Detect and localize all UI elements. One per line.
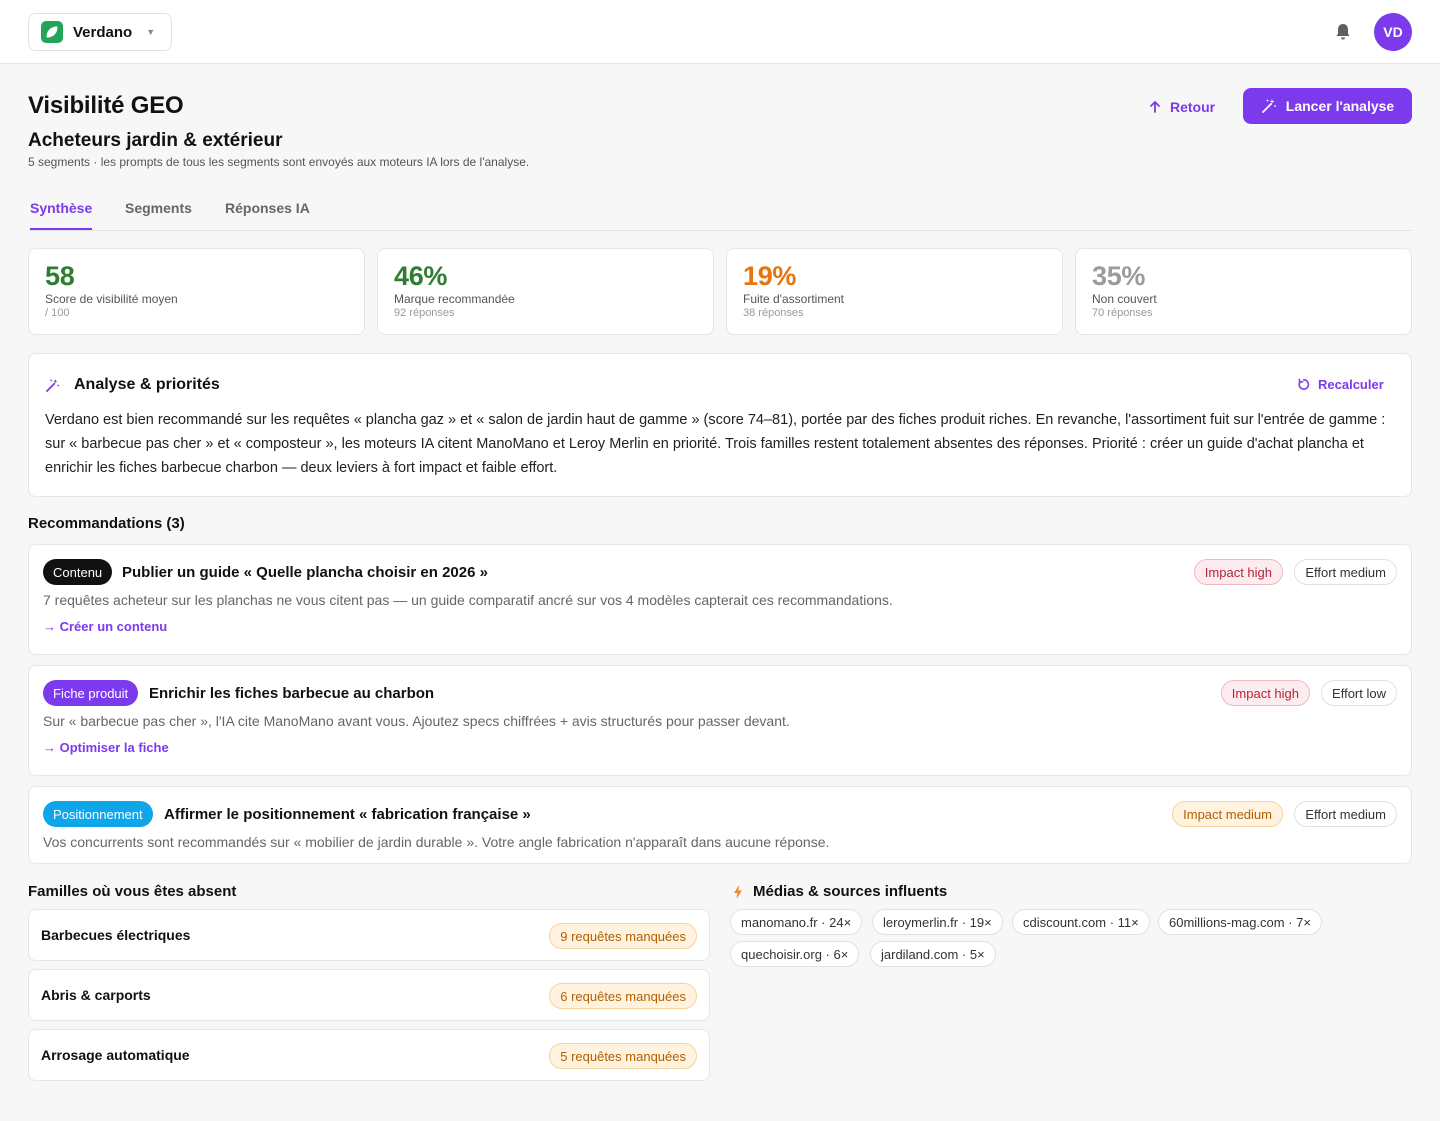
- kpi-label: Score de visibilité moyen: [45, 292, 178, 306]
- kpi-card-brand-recommended: 46% Marque recommandée 92 réponses: [377, 248, 714, 335]
- family-row[interactable]: Barbecues électriques 9 requêtes manquée…: [28, 909, 710, 961]
- tab-synthese[interactable]: Synthèse: [30, 200, 93, 230]
- impact-badge: Impact medium: [1172, 801, 1283, 827]
- magic-wand-icon: [1261, 99, 1276, 113]
- launch-analysis-label: Lancer l'analyse: [1285, 98, 1395, 114]
- media-sources-header: Médias & sources influents: [733, 883, 947, 900]
- kpi-value: 46%: [394, 261, 448, 291]
- optimize-product-page-link[interactable]: → Optimiser la fiche: [43, 740, 169, 755]
- family-name: Arrosage automatique: [41, 1047, 190, 1063]
- recommendation-tag: Positionnement: [43, 801, 153, 827]
- recommendation-tag: Fiche produit: [43, 680, 139, 706]
- absent-families-title: Familles où vous êtes absent: [28, 883, 237, 900]
- effort-badge: Effort medium: [1294, 801, 1397, 827]
- recalculate-label: Recalculer: [1318, 377, 1384, 392]
- recalculate-button[interactable]: Recalculer: [1297, 377, 1384, 392]
- kpi-label: Marque recommandée: [394, 292, 515, 306]
- tab-segments[interactable]: Segments: [125, 200, 192, 230]
- launch-analysis-button[interactable]: Lancer l'analyse: [1243, 88, 1412, 124]
- kpi-label: Fuite d'assortiment: [743, 292, 844, 306]
- family-row[interactable]: Abris & carports 6 requêtes manquées: [28, 969, 710, 1021]
- family-name: Abris & carports: [41, 987, 151, 1003]
- recommendations-title: Recommandations (3): [28, 515, 185, 532]
- effort-badge: Effort low: [1321, 680, 1397, 706]
- missed-queries-badge: 9 requêtes manquées: [549, 923, 697, 949]
- missed-queries-badge: 5 requêtes manquées: [549, 1043, 697, 1069]
- recommendation-card: Contenu Publier un guide « Quelle planch…: [28, 544, 1412, 655]
- kpi-card-score: 58 Score de visibilité moyen / 100: [28, 248, 365, 335]
- recommendation-description: Vos concurrents sont recommandés sur « m…: [43, 834, 830, 850]
- media-sources-title: Médias & sources influents: [753, 883, 948, 900]
- kpi-sub: / 100: [45, 307, 70, 319]
- bell-icon[interactable]: [1332, 21, 1354, 43]
- source-chip: manomano.fr · 24×: [730, 909, 863, 935]
- magic-wand-icon: [45, 378, 60, 398]
- tabs: Synthèse Segments Réponses IA: [28, 190, 1412, 231]
- workspace-name: Verdano: [73, 23, 133, 41]
- arrow-up-icon: [1150, 101, 1160, 113]
- source-chip: leroymerlin.fr · 19×: [872, 909, 1003, 935]
- effort-badge: Effort medium: [1294, 559, 1397, 585]
- source-chip: cdiscount.com · 11×: [1012, 909, 1150, 935]
- back-button-label: Retour: [1170, 99, 1216, 115]
- tab-reponses-ia[interactable]: Réponses IA: [225, 200, 310, 230]
- avatar[interactable]: VD: [1374, 13, 1412, 51]
- back-button[interactable]: Retour: [1148, 93, 1215, 121]
- impact-badge: Impact high: [1220, 680, 1310, 706]
- kpi-value: 19%: [743, 261, 797, 291]
- family-row[interactable]: Arrosage automatique 5 requêtes manquées: [28, 1029, 710, 1081]
- recommendation-description: 7 requêtes acheteur sur les planchas ne …: [43, 592, 893, 608]
- top-bar: Verdano ▼ VD: [0, 0, 1440, 64]
- kpi-value: 58: [45, 261, 75, 291]
- source-chip: quechoisir.org · 6×: [730, 941, 860, 967]
- recommendation-description: Sur « barbecue pas cher », l'IA cite Man…: [43, 713, 790, 729]
- kpi-sub: 92 réponses: [394, 307, 455, 319]
- kpi-sub: 70 réponses: [1092, 307, 1153, 319]
- create-content-link[interactable]: → Créer un contenu: [43, 619, 167, 634]
- family-name: Barbecues électriques: [41, 927, 191, 943]
- impact-badge: Impact high: [1193, 559, 1283, 585]
- recommendation-title: Publier un guide « Quelle plancha choisi…: [122, 564, 488, 581]
- recommendation-title: Enrichir les fiches barbecue au charbon: [149, 685, 435, 702]
- chevron-down-icon: ▼: [146, 27, 156, 37]
- lightning-icon: [734, 884, 742, 899]
- leaf-icon: [41, 21, 63, 43]
- kpi-value: 35%: [1092, 261, 1146, 291]
- source-chip: jardiland.com · 5×: [870, 941, 996, 967]
- analysis-text: Verdano est bien recommandé sur les requ…: [45, 412, 1386, 476]
- recommendation-card: Positionnement Affirmer le positionnemen…: [28, 786, 1412, 864]
- missed-queries-badge: 6 requêtes manquées: [549, 983, 697, 1009]
- kpi-label: Non couvert: [1092, 292, 1157, 306]
- analysis-title: Analyse & priorités: [74, 376, 220, 393]
- audience-title: Acheteurs jardin & extérieur: [28, 130, 283, 151]
- kpi-sub: 38 réponses: [743, 307, 804, 319]
- kpi-card-assortment-leak: 19% Fuite d'assortiment 38 réponses: [726, 248, 1063, 335]
- source-chip: 60millions-mag.com · 7×: [1158, 909, 1322, 935]
- analysis-card: Analyse & priorités Recalculer Verdano e…: [28, 353, 1412, 497]
- refresh-icon: [1298, 378, 1310, 390]
- segments-note: 5 segments · les prompts de tous les seg…: [28, 155, 530, 169]
- recommendation-tag: Contenu: [43, 559, 113, 585]
- workspace-switcher[interactable]: Verdano ▼: [28, 13, 172, 51]
- page-title: Visibilité GEO: [28, 92, 184, 119]
- recommendation-title: Affirmer le positionnement « fabrication…: [164, 806, 531, 823]
- kpi-card-not-covered: 35% Non couvert 70 réponses: [1075, 248, 1412, 335]
- recommendation-card: Fiche produit Enrichir les fiches barbec…: [28, 665, 1412, 776]
